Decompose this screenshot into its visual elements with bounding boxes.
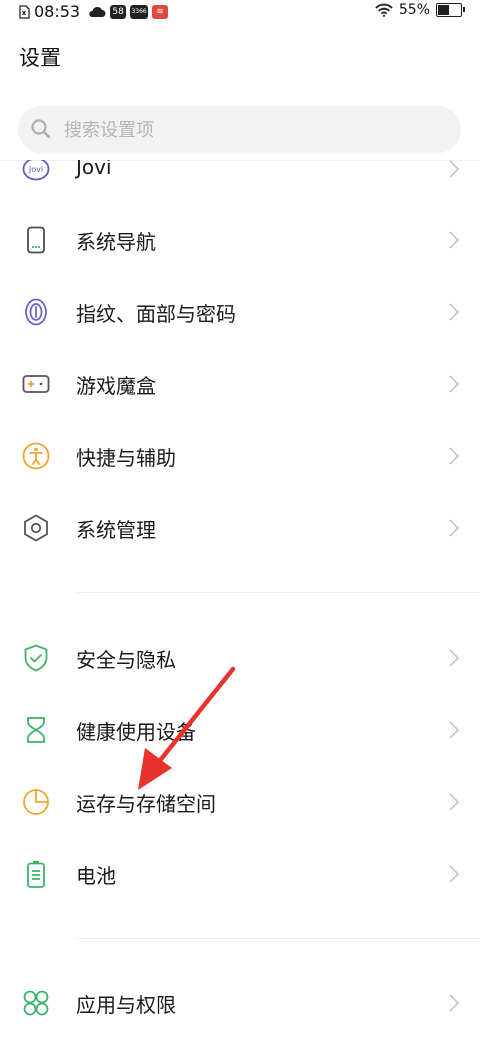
settings-item-label: 指纹、面部与密码 [76, 302, 236, 326]
chevron-right-icon [449, 994, 460, 1012]
chevron-right-icon [449, 721, 460, 739]
gamepad-icon [22, 375, 50, 393]
sim-card-icon [19, 4, 30, 19]
settings-item-healthy-device-use[interactable]: 健康使用设备 [0, 697, 480, 763]
phone-navigation-icon [27, 226, 45, 254]
search-bar[interactable] [18, 106, 461, 155]
shield-check-icon [24, 644, 48, 672]
chevron-right-icon [449, 793, 460, 811]
chevron-right-icon [449, 375, 460, 393]
settings-item-label: 健康使用设备 [76, 720, 196, 744]
settings-item-system-management[interactable]: 系统管理 [0, 495, 480, 561]
settings-item-label: 系统管理 [76, 518, 156, 542]
settings-item-system-navigation[interactable]: 系统导航 [0, 207, 480, 273]
svg-text:Jovi: Jovi [28, 165, 43, 174]
settings-item-label: 游戏魔盒 [76, 374, 156, 398]
settings-item-memory-storage[interactable]: 运存与存储空间 [0, 769, 480, 835]
settings-item-apps-permissions[interactable]: 应用与权限 [0, 970, 480, 1036]
settings-item-label: 快捷与辅助 [76, 446, 176, 470]
chevron-right-icon [449, 160, 460, 178]
settings-item-game-box[interactable]: 游戏魔盒 [0, 351, 480, 417]
settings-item-label: 安全与隐私 [76, 648, 176, 672]
hourglass-icon [27, 717, 45, 743]
settings-item-label: 应用与权限 [76, 993, 176, 1017]
chevron-right-icon [449, 447, 460, 465]
search-input[interactable] [62, 106, 446, 155]
status-time: 08:53 [34, 2, 81, 21]
accessibility-icon [22, 442, 50, 470]
chevron-right-icon [449, 519, 460, 537]
settings-item-label: 电池 [76, 864, 116, 888]
chevron-right-icon [449, 303, 460, 321]
settings-item-label: Jovi [76, 155, 112, 179]
group-divider [74, 592, 480, 593]
page-title: 设置 [19, 46, 61, 70]
app-notification-58-icon: 58 [110, 4, 127, 19]
settings-item-security-privacy[interactable]: 安全与隐私 [0, 625, 480, 691]
status-bar: 08:53 58 3366 ≋ 55% [0, 0, 480, 24]
search-icon [31, 119, 51, 139]
settings-item-label: 运存与存储空间 [76, 792, 216, 816]
settings-item-label: 系统导航 [76, 230, 156, 254]
app-notification-3366-icon: 3366 [130, 4, 149, 19]
chevron-right-icon [449, 649, 460, 667]
settings-item-shortcuts-accessibility[interactable]: 快捷与辅助 [0, 423, 480, 489]
fingerprint-icon [25, 298, 47, 326]
chevron-right-icon [449, 231, 460, 249]
battery-status-icon [436, 3, 465, 17]
battery-percent: 55% [398, 2, 430, 18]
apps-grid-icon [23, 990, 49, 1016]
chevron-right-icon [449, 865, 460, 883]
cloud-icon [89, 6, 106, 17]
settings-item-fingerprint-face-password[interactable]: 指纹、面部与密码 [0, 279, 480, 345]
settings-item-battery[interactable]: 电池 [0, 841, 480, 907]
system-management-icon [24, 514, 48, 542]
group-divider [74, 938, 480, 939]
battery-icon [27, 860, 45, 888]
app-notification-red-icon: ≋ [152, 4, 169, 19]
wifi-icon [375, 3, 393, 17]
storage-pie-icon [23, 789, 49, 815]
